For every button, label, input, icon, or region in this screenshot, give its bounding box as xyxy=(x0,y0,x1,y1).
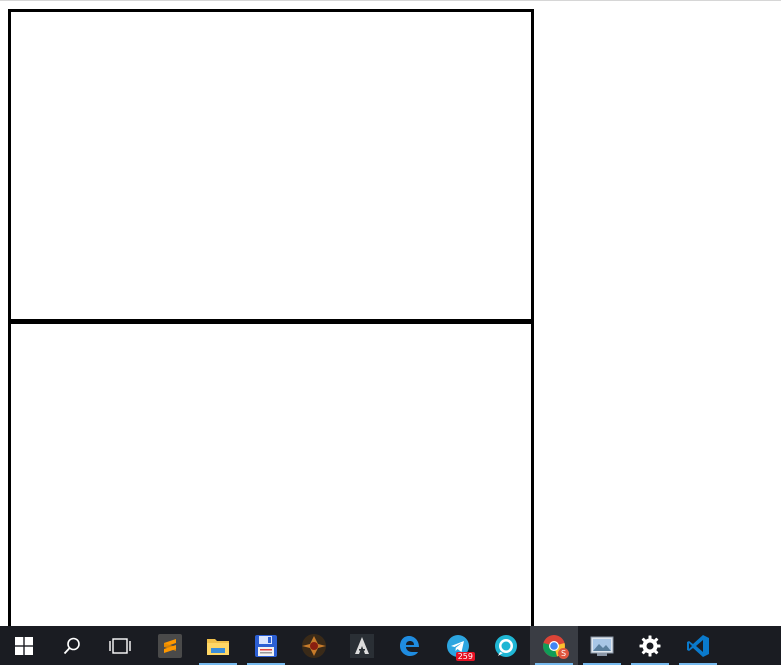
chrome-app[interactable]: S xyxy=(530,626,578,665)
gear-icon xyxy=(639,635,661,656)
vscode-icon xyxy=(687,634,709,657)
telegram-unread-badge: 259 xyxy=(455,652,475,661)
file-explorer-app[interactable] xyxy=(194,626,242,665)
taskbar: 259 S xyxy=(0,626,781,665)
photo-viewer-app[interactable] xyxy=(578,626,626,665)
search-button[interactable] xyxy=(48,626,96,665)
edge-icon xyxy=(400,635,419,656)
floppy-disk-icon xyxy=(255,634,277,657)
telegram-app[interactable]: 259 xyxy=(434,626,482,665)
folder-icon xyxy=(207,638,229,655)
settings-app[interactable] xyxy=(626,626,674,665)
task-view-icon xyxy=(109,637,131,654)
search-icon xyxy=(63,637,80,654)
chrome-profile-avatar: S xyxy=(558,648,569,659)
windows-logo-icon xyxy=(15,636,33,655)
vscode-app[interactable] xyxy=(674,626,722,665)
assassins-creed-icon xyxy=(350,633,374,658)
edge-app[interactable] xyxy=(386,626,434,665)
game-emblem-icon xyxy=(302,633,326,658)
top-border-line xyxy=(0,0,781,1)
drawing-panel-top xyxy=(8,9,534,322)
game-app[interactable] xyxy=(290,626,338,665)
chat-app[interactable] xyxy=(482,626,530,665)
sublime-text-icon xyxy=(158,633,182,658)
chat-bubble-icon xyxy=(495,634,517,657)
sublime-text-app[interactable] xyxy=(146,626,194,665)
photo-viewer-icon xyxy=(590,636,614,656)
save-app[interactable] xyxy=(242,626,290,665)
assassins-creed-app[interactable] xyxy=(338,626,386,665)
task-view-button[interactable] xyxy=(96,626,144,665)
drawing-panel-bottom xyxy=(8,321,534,641)
start-button[interactable] xyxy=(0,626,48,665)
